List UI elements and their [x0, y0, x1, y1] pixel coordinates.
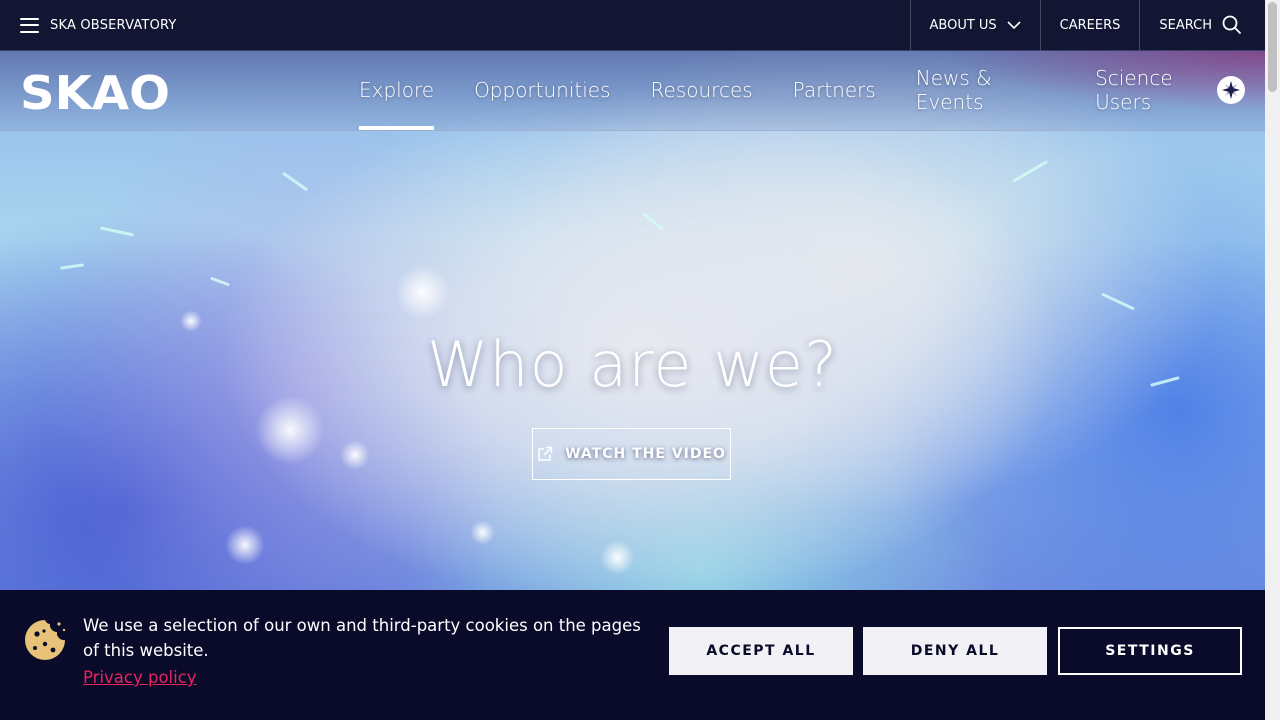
streak	[1011, 160, 1049, 183]
sparkle	[225, 525, 265, 565]
careers-link[interactable]: CAREERS	[1039, 0, 1140, 50]
skao-logo[interactable]: SKAO	[20, 69, 172, 113]
cookie-message: We use a selection of our own and third-…	[83, 616, 641, 660]
search-icon	[1222, 15, 1242, 35]
cookie-settings-button[interactable]: SETTINGS	[1058, 627, 1242, 675]
page-scrollbar[interactable]	[1265, 0, 1280, 720]
cookie-icon	[25, 620, 66, 660]
nav-news-events[interactable]: News & Events	[916, 50, 1055, 130]
org-name: SKA OBSERVATORY	[50, 17, 177, 33]
streak	[281, 171, 309, 192]
external-link-icon	[538, 446, 553, 461]
streak	[1101, 292, 1135, 311]
sparkle	[600, 540, 635, 575]
about-us-label: ABOUT US	[929, 17, 997, 33]
streak	[642, 211, 664, 232]
privacy-policy-link[interactable]: Privacy policy	[83, 668, 197, 687]
nav-resources[interactable]: Resources	[651, 50, 753, 130]
streak	[100, 226, 134, 237]
chevron-down-icon	[1007, 20, 1021, 29]
nav-opportunities[interactable]: Opportunities	[474, 50, 610, 130]
watch-video-label: WATCH THE VIDEO	[565, 446, 726, 462]
scrollbar-thumb[interactable]	[1268, 2, 1277, 92]
nav-resources-label: Resources	[650, 78, 753, 102]
sparkle	[395, 265, 450, 320]
sparkle	[340, 440, 370, 470]
streak	[59, 263, 85, 270]
accept-all-button[interactable]: ACCEPT ALL	[669, 627, 853, 675]
site-menu-toggle[interactable]: SKA OBSERVATORY	[0, 17, 177, 33]
hero-background	[0, 50, 1265, 590]
nav-science-users-label: Science Users	[1095, 66, 1173, 114]
nav-explore-label: Explore	[359, 78, 435, 102]
nav-partners-label: Partners	[792, 78, 876, 102]
search-button[interactable]: SEARCH	[1139, 0, 1265, 50]
sparkle	[470, 520, 495, 545]
streak	[210, 276, 230, 287]
hero-title: Who are we?	[427, 328, 838, 401]
deny-all-button[interactable]: DENY ALL	[863, 627, 1047, 675]
nav-opportunities-label: Opportunities	[474, 78, 611, 102]
about-us-dropdown[interactable]: ABOUT US	[909, 0, 1040, 50]
compass-icon[interactable]	[1217, 76, 1245, 104]
nav-explore[interactable]: Explore	[359, 50, 435, 130]
careers-label: CAREERS	[1059, 17, 1121, 33]
sparkle	[255, 395, 325, 465]
compass-star-glyph	[1222, 81, 1240, 99]
watch-video-button[interactable]: WATCH THE VIDEO	[532, 428, 731, 480]
utility-bar: SKA OBSERVATORY ABOUT US CAREERS SEARCH	[0, 0, 1265, 51]
logo-text: SKAO	[20, 69, 170, 113]
search-label: SEARCH	[1159, 17, 1212, 33]
nav-partners[interactable]: Partners	[793, 50, 876, 130]
nav-science-users[interactable]: Science Users	[1095, 50, 1225, 130]
main-navigation: SKAO Explore Opportunities Resources Par…	[0, 50, 1265, 131]
hamburger-icon	[20, 17, 39, 33]
nav-news-events-label: News & Events	[915, 66, 992, 114]
